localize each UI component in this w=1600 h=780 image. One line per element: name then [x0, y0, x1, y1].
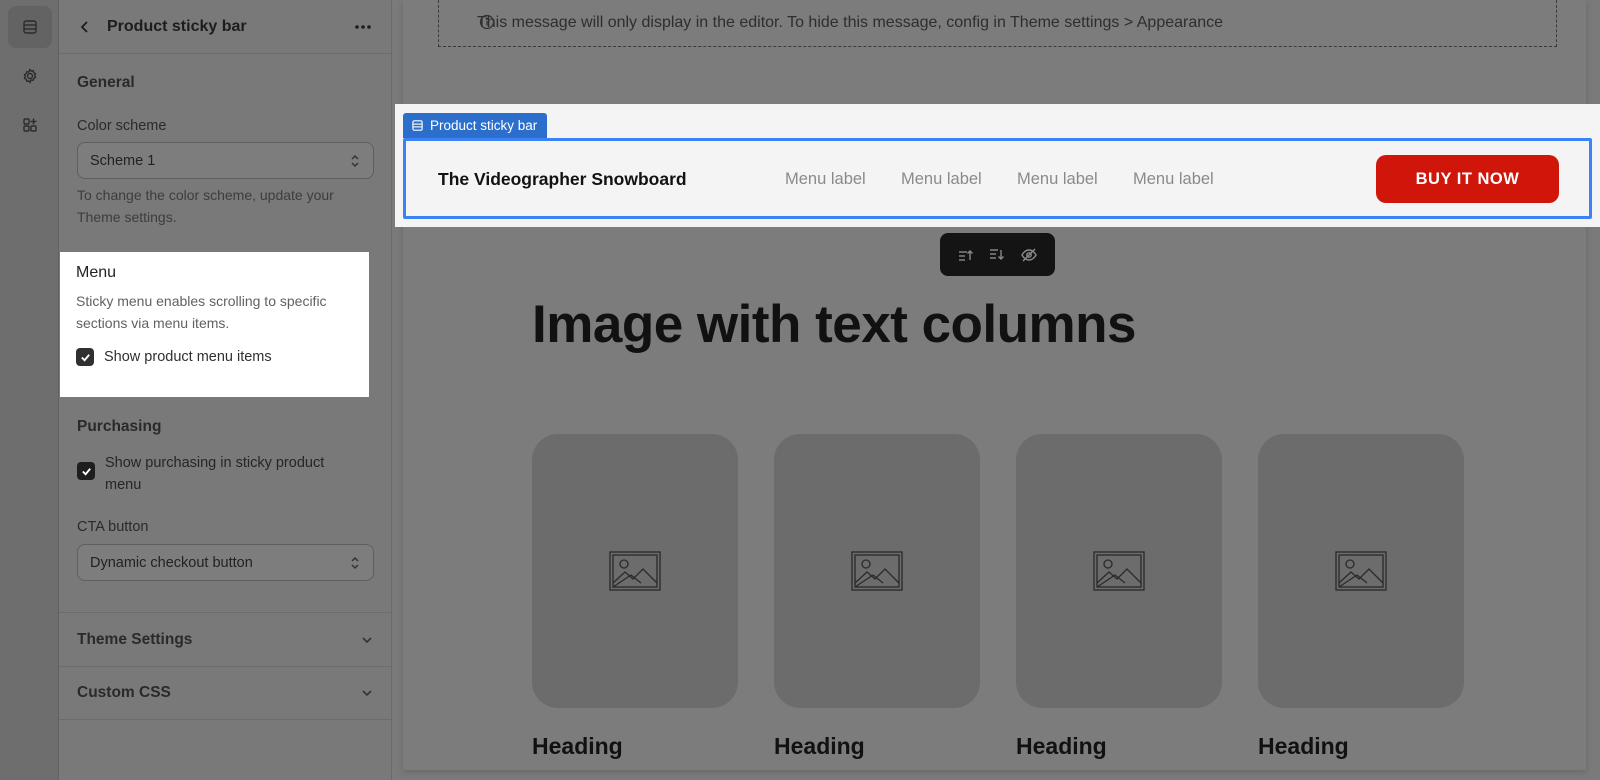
sections-icon: [412, 120, 423, 131]
editor-message: This message will only display in the ed…: [438, 0, 1557, 47]
sticky-product-name: The Videographer Snowboard: [438, 169, 687, 189]
theme-settings-collapsible[interactable]: Theme Settings: [59, 612, 392, 666]
hide-eye-icon[interactable]: [1020, 246, 1038, 264]
chevron-down-icon: [362, 690, 372, 697]
select-chevrons-icon: [351, 556, 359, 569]
chevron-left-icon[interactable]: [77, 19, 93, 35]
select-chevrons-icon: [351, 154, 359, 167]
image-placeholder-card: [1016, 434, 1222, 708]
info-icon: [479, 14, 495, 30]
more-options-icon[interactable]: [353, 17, 373, 37]
panel-title: Product sticky bar: [107, 17, 247, 35]
image-placeholder-icon: [1335, 551, 1387, 591]
cta-button-label: CTA button: [77, 519, 149, 535]
image-placeholder-card: [774, 434, 980, 708]
column-heading: Heading: [1258, 733, 1349, 759]
icon-rail: [0, 0, 59, 780]
custom-css-collapsible[interactable]: Custom CSS: [59, 666, 392, 720]
show-menu-items-label: Show product menu items: [104, 349, 272, 365]
color-scheme-value: Scheme 1: [90, 152, 156, 169]
gear-icon[interactable]: [8, 55, 52, 97]
image-placeholder-icon: [1093, 551, 1145, 591]
cta-button-select[interactable]: Dynamic checkout button: [77, 544, 374, 581]
show-menu-items-checkbox[interactable]: [76, 348, 94, 366]
section-heading: Image with text columns: [532, 295, 1137, 354]
general-section-title: General: [77, 74, 135, 91]
menu-settings-card: Menu Sticky menu enables scrolling to sp…: [60, 252, 369, 397]
sticky-menu-item[interactable]: Menu label: [1133, 170, 1214, 189]
show-menu-items-checkbox-row[interactable]: Show product menu items: [76, 346, 353, 368]
column-heading: Heading: [532, 733, 623, 759]
color-scheme-select[interactable]: Scheme 1: [77, 142, 374, 179]
color-scheme-label: Color scheme: [77, 118, 167, 134]
apps-icon[interactable]: [8, 104, 52, 146]
image-placeholder-icon: [609, 551, 661, 591]
move-up-icon[interactable]: [957, 246, 975, 264]
show-purchasing-label: Show purchasing in sticky product menu: [105, 455, 325, 493]
panel-header: Product sticky bar: [59, 0, 391, 54]
custom-css-title: Custom CSS: [77, 684, 171, 701]
product-sticky-bar[interactable]: The Videographer Snowboard Menu label Me…: [403, 138, 1592, 219]
image-placeholder-card: [532, 434, 738, 708]
move-down-icon[interactable]: [988, 246, 1006, 264]
sticky-menu-item[interactable]: Menu label: [1017, 170, 1098, 189]
image-placeholder-icon: [851, 551, 903, 591]
menu-help-text: Sticky menu enables scrolling to specifi…: [76, 293, 327, 331]
column-heading: Heading: [1016, 733, 1107, 759]
purchasing-section-title: Purchasing: [77, 418, 162, 435]
show-purchasing-checkbox[interactable]: [77, 462, 95, 480]
image-placeholder-card: [1258, 434, 1464, 708]
cta-button-value: Dynamic checkout button: [90, 554, 253, 571]
sticky-menu-item[interactable]: Menu label: [785, 170, 866, 189]
section-toolbar: [940, 233, 1055, 276]
chevron-down-icon: [362, 636, 372, 643]
sections-icon[interactable]: [8, 6, 52, 48]
column-heading: Heading: [774, 733, 865, 759]
buy-it-now-button[interactable]: BUY IT NOW: [1376, 155, 1559, 203]
sticky-menu-item[interactable]: Menu label: [901, 170, 982, 189]
editor-message-text: This message will only display in the ed…: [477, 14, 1224, 31]
selected-section-tag-label: Product sticky bar: [430, 118, 538, 133]
show-purchasing-checkbox-row[interactable]: Show purchasing in sticky product menu: [77, 452, 374, 496]
selected-section-tag[interactable]: Product sticky bar: [403, 113, 548, 138]
color-scheme-help: To change the color scheme, update your …: [77, 187, 334, 225]
menu-section-title: Menu: [76, 264, 117, 281]
theme-settings-title: Theme Settings: [77, 630, 193, 648]
